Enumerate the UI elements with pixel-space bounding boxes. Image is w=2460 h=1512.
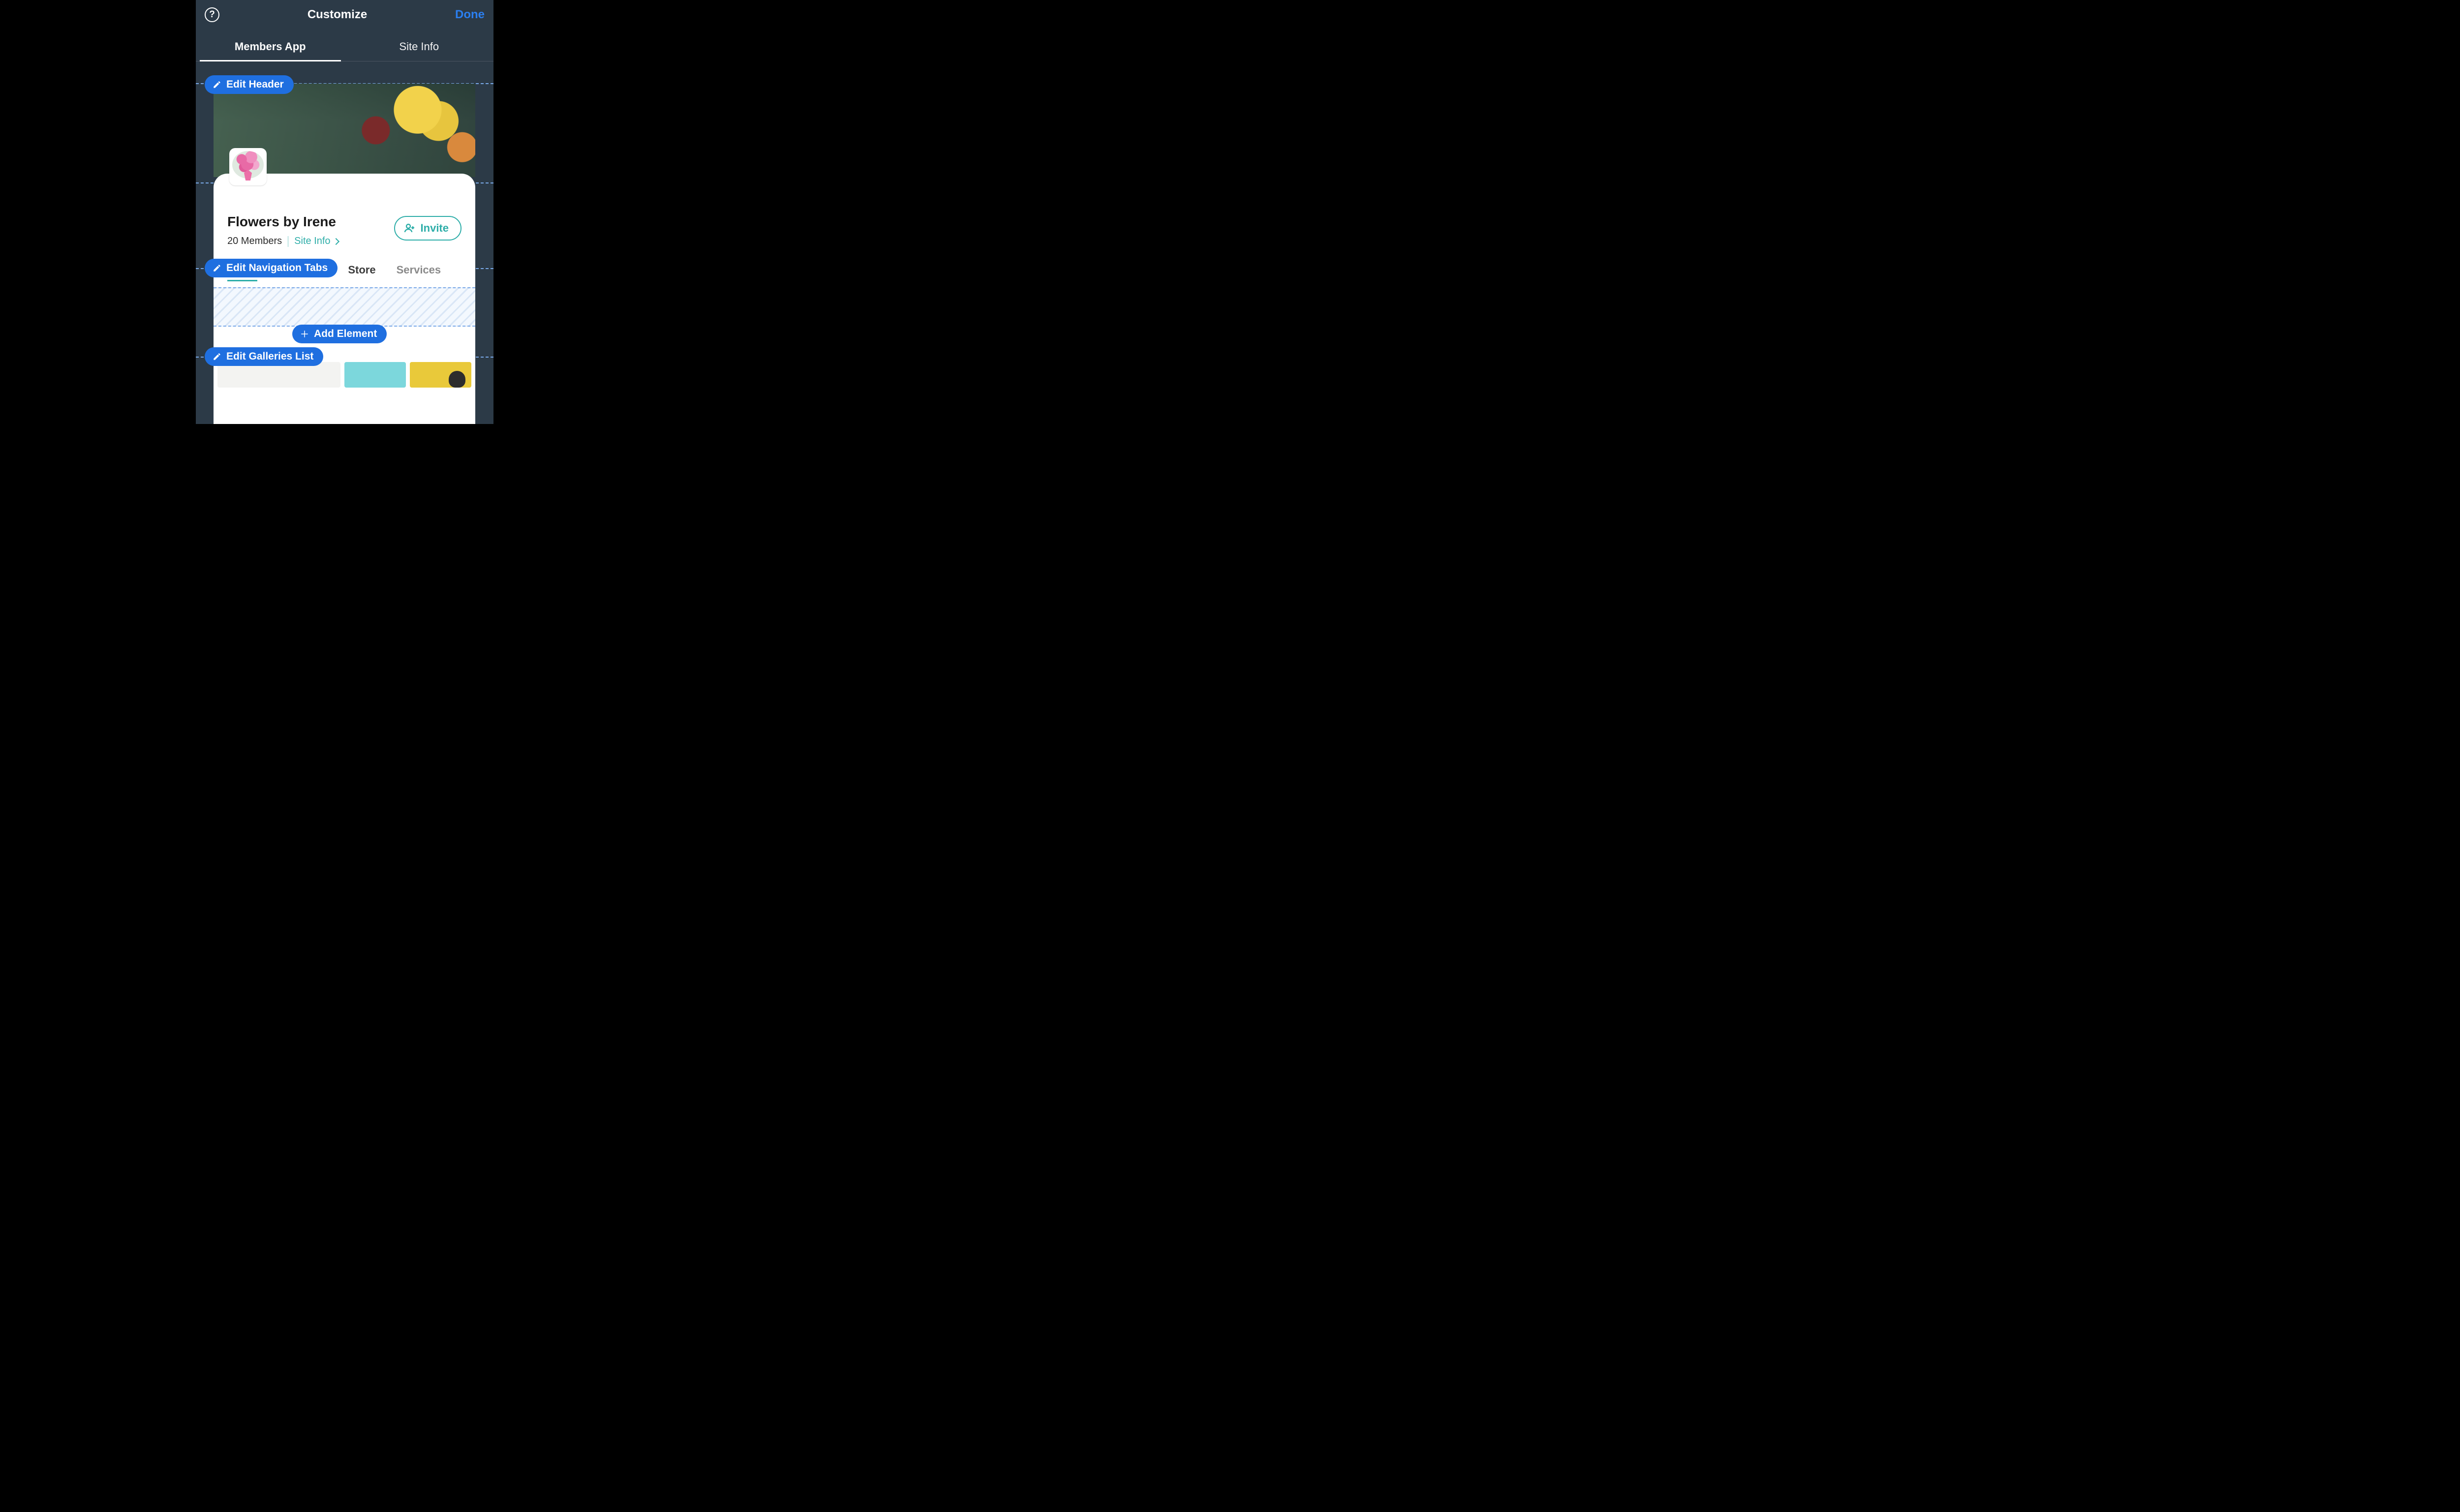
- edit-galleries-list-button[interactable]: Edit Galleries List: [205, 347, 323, 366]
- nav-tab-store[interactable]: Store: [348, 264, 375, 276]
- screen-title: Customize: [219, 8, 455, 22]
- tab-members-app[interactable]: Members App: [196, 40, 345, 61]
- pill-label: Edit Galleries List: [226, 351, 313, 363]
- nav-tab-label: Store: [348, 264, 375, 276]
- site-meta-row: 20 Members Site Info: [227, 236, 338, 247]
- gallery-thumb[interactable]: [344, 362, 406, 388]
- pill-label: Edit Header: [226, 79, 284, 91]
- pencil-icon: [213, 352, 221, 361]
- chevron-right-icon: [332, 238, 339, 244]
- members-count: 20 Members: [227, 236, 282, 247]
- add-element-button[interactable]: Add Element: [292, 325, 387, 343]
- topbar: ? Customize Done: [196, 0, 493, 30]
- customize-canvas: Edit Header Flowers by Irene 20 Members …: [196, 61, 493, 84]
- help-icon[interactable]: ?: [205, 7, 219, 22]
- customize-screen: ? Customize Done Members App Site Info E…: [196, 0, 493, 424]
- edit-navigation-tabs-button[interactable]: Edit Navigation Tabs: [205, 259, 338, 277]
- gallery-thumb[interactable]: [410, 362, 471, 388]
- nav-tab-services[interactable]: Services: [397, 264, 441, 276]
- nav-tab-label: Services: [397, 264, 441, 276]
- site-avatar[interactable]: [229, 148, 267, 185]
- card-header: Flowers by Irene 20 Members Site Info: [214, 214, 475, 247]
- pencil-icon: [213, 80, 221, 89]
- done-button[interactable]: Done: [455, 8, 485, 22]
- site-info-label: Site Info: [294, 236, 330, 247]
- pill-label: Add Element: [314, 328, 377, 340]
- add-user-icon: [404, 222, 416, 234]
- site-title: Flowers by Irene: [227, 214, 338, 230]
- help-symbol: ?: [209, 9, 215, 20]
- add-element-zone: [214, 287, 475, 327]
- tab-site-info[interactable]: Site Info: [345, 40, 494, 61]
- tab-label: Site Info: [399, 40, 439, 53]
- site-info-link[interactable]: Site Info: [294, 236, 338, 247]
- edit-header-button[interactable]: Edit Header: [205, 75, 294, 94]
- tab-label: Members App: [235, 40, 306, 53]
- site-header-left: Flowers by Irene 20 Members Site Info: [227, 214, 338, 247]
- invite-label: Invite: [421, 222, 449, 235]
- top-tabs: Members App Site Info: [196, 40, 493, 61]
- plus-icon: [300, 330, 309, 338]
- pencil-icon: [213, 264, 221, 272]
- pill-label: Edit Navigation Tabs: [226, 262, 328, 274]
- site-card: Flowers by Irene 20 Members Site Info: [214, 174, 475, 424]
- invite-button[interactable]: Invite: [394, 216, 461, 241]
